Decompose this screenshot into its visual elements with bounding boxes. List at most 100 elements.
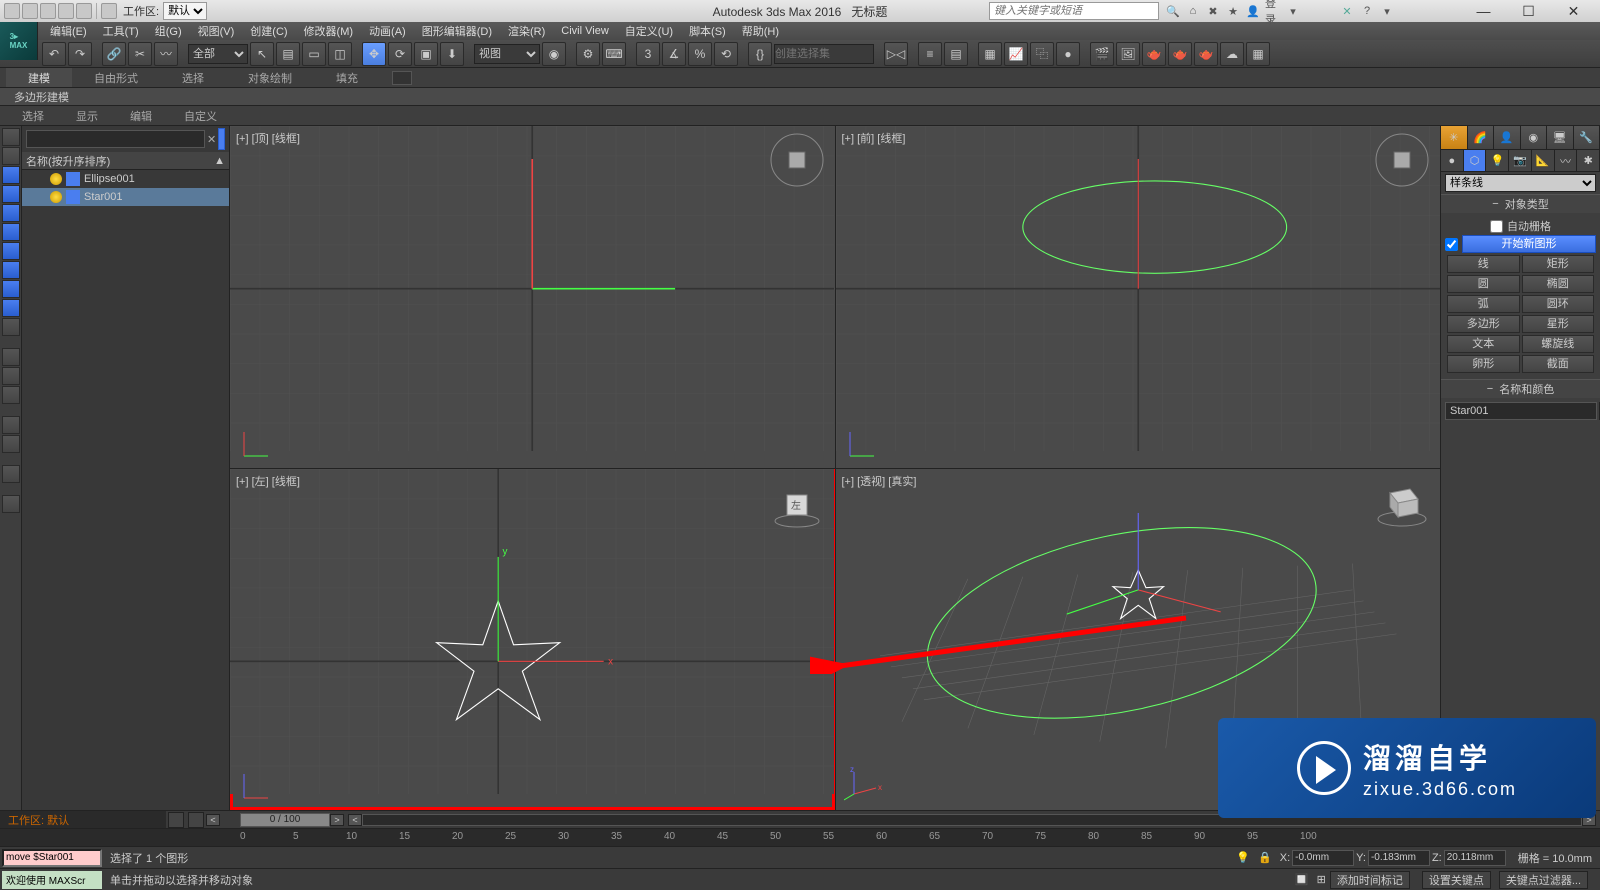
select-scale-button[interactable]: ▣ <box>414 42 438 66</box>
menu-rendering[interactable]: 渲染(R) <box>500 22 553 40</box>
viewport-label[interactable]: [+] [顶] [线框] <box>236 130 300 146</box>
selection-filter-dropdown[interactable]: 全部 <box>188 44 248 64</box>
viewcube[interactable] <box>767 130 827 190</box>
rectangle-button[interactable]: 矩形 <box>1522 255 1595 273</box>
menu-modifiers[interactable]: 修改器(M) <box>296 22 362 40</box>
z-coord-input[interactable] <box>1444 850 1506 866</box>
redo-button[interactable]: ↷ <box>68 42 92 66</box>
star-button[interactable]: 星形 <box>1522 315 1595 333</box>
se-tab-select[interactable]: 选择 <box>6 108 60 124</box>
menu-edit[interactable]: 编辑(E) <box>42 22 95 40</box>
undo-button[interactable]: ↶ <box>42 42 66 66</box>
timeline-ruler[interactable]: 0 5 10 15 20 25 30 35 40 45 50 55 60 65 … <box>0 828 1600 846</box>
menu-views[interactable]: 视图(V) <box>190 22 243 40</box>
scene-explorer-search-input[interactable] <box>26 130 205 148</box>
qat-new-icon[interactable] <box>4 3 20 19</box>
utilities-tab[interactable]: 🔧 <box>1574 126 1600 149</box>
render-iterative-button[interactable]: 🫖 <box>1168 42 1192 66</box>
menu-customize[interactable]: 自定义(U) <box>617 22 681 40</box>
ribbon-tab-objectpaint[interactable]: 对象绘制 <box>226 68 314 87</box>
close-button[interactable]: ✕ <box>1551 0 1596 22</box>
window-crossing-button[interactable]: ◫ <box>328 42 352 66</box>
menu-animation[interactable]: 动画(A) <box>361 22 414 40</box>
sync-selection-icon[interactable] <box>2 495 20 513</box>
menu-create[interactable]: 创建(C) <box>242 22 295 40</box>
qat-open-icon[interactable] <box>22 3 38 19</box>
viewcube[interactable] <box>1372 473 1432 533</box>
selection-lock-icon[interactable]: ⊞ <box>1313 873 1330 886</box>
viewport-left[interactable]: [+] [左] [线框] x y 左 <box>230 469 835 811</box>
viewport-front[interactable]: [+] [前] [线框] <box>836 126 1441 468</box>
favorite-icon[interactable]: ★ <box>1225 3 1241 19</box>
list-item[interactable]: Ellipse001 <box>22 170 229 188</box>
filter-bone-icon[interactable] <box>2 280 20 298</box>
maximize-button[interactable]: ☐ <box>1506 0 1551 22</box>
help-dropdown-icon[interactable]: ▾ <box>1379 3 1395 19</box>
time-scroll-left[interactable]: < <box>206 814 220 826</box>
render-production-button[interactable]: 🫖 <box>1142 42 1166 66</box>
community-icon[interactable]: ✕ <box>1339 3 1355 19</box>
rollout-header[interactable]: 对象类型 <box>1441 195 1600 213</box>
x-coord-input[interactable] <box>1292 850 1354 866</box>
key-filters-button[interactable]: 关键点过滤器... <box>1499 871 1588 889</box>
select-rotate-button[interactable]: ⟳ <box>388 42 412 66</box>
display-all-icon[interactable] <box>2 367 20 385</box>
snap-toggle-button[interactable]: 3 <box>636 42 660 66</box>
geometry-category[interactable]: ● <box>1441 150 1464 171</box>
rendered-frame-button[interactable]: 🖼 <box>1116 42 1140 66</box>
subcategory-dropdown[interactable]: 样条线 <box>1445 174 1596 192</box>
layer-toggle-1[interactable] <box>168 812 184 828</box>
shapes-category[interactable]: ⬡ <box>1464 150 1487 171</box>
ribbon-tab-populate[interactable]: 填充 <box>314 68 380 87</box>
signin-icon[interactable]: 👤 <box>1245 3 1261 19</box>
cameras-category[interactable]: 📷 <box>1509 150 1532 171</box>
helpers-category[interactable]: 📐 <box>1532 150 1555 171</box>
donut-button[interactable]: 圆环 <box>1522 295 1595 313</box>
arc-button[interactable]: 弧 <box>1447 295 1520 313</box>
start-new-shape-button[interactable]: 开始新图形 <box>1462 235 1596 253</box>
visibility-icon[interactable] <box>50 173 62 185</box>
bind-spacewarp-button[interactable]: 〰 <box>154 42 178 66</box>
ngon-button[interactable]: 多边形 <box>1447 315 1520 333</box>
select-by-name-button[interactable]: ▤ <box>276 42 300 66</box>
create-tab[interactable]: ✳ <box>1441 126 1468 149</box>
rectangular-selection-button[interactable]: ▭ <box>302 42 326 66</box>
spinner-snap-button[interactable]: ⟲ <box>714 42 738 66</box>
display-none-icon[interactable] <box>2 348 20 366</box>
clear-search-icon[interactable]: ✕ <box>207 131 216 147</box>
time-scroll-right[interactable]: > <box>330 814 344 826</box>
layers-toolbar-button[interactable]: ▤ <box>944 42 968 66</box>
ribbon-tab-modeling[interactable]: 建模 <box>6 68 72 87</box>
angle-snap-button[interactable]: ∡ <box>662 42 686 66</box>
search-icon[interactable]: 🔍 <box>1165 3 1181 19</box>
viewport-label[interactable]: [+] [前] [线框] <box>842 130 906 146</box>
ribbon-minimize-button[interactable] <box>392 71 412 85</box>
select-object-button[interactable]: ↖ <box>250 42 274 66</box>
render-setup-button[interactable]: 🎬 <box>1090 42 1114 66</box>
add-time-tag-button[interactable]: 添加时间标记 <box>1330 871 1410 889</box>
link-button[interactable]: 🔗 <box>102 42 126 66</box>
menu-civilview[interactable]: Civil View <box>553 22 616 40</box>
signin-dropdown-icon[interactable]: ▾ <box>1285 3 1301 19</box>
app-menu-button[interactable]: 3▸MAX <box>0 22 38 60</box>
egg-button[interactable]: 卵形 <box>1447 355 1520 373</box>
y-coord-input[interactable] <box>1368 850 1430 866</box>
lights-category[interactable]: 💡 <box>1486 150 1509 171</box>
systems-category[interactable]: ✱ <box>1577 150 1600 171</box>
circle-button[interactable]: 圆 <box>1447 275 1520 293</box>
minimize-button[interactable]: — <box>1461 0 1506 22</box>
curve-editor-button[interactable]: 📈 <box>1004 42 1028 66</box>
ribbon-tab-freeform[interactable]: 自由形式 <box>72 68 160 87</box>
filter-container-icon[interactable] <box>2 299 20 317</box>
key-lock-icon[interactable]: 🔒 <box>1254 851 1276 864</box>
select-manipulate-button[interactable]: ⚙ <box>576 42 600 66</box>
object-name-input[interactable] <box>1445 402 1597 420</box>
helix-button[interactable]: 螺旋线 <box>1522 335 1595 353</box>
render-online-button[interactable]: ▦ <box>1246 42 1270 66</box>
filter-geometry-icon[interactable] <box>2 128 20 146</box>
viewcube[interactable] <box>1372 130 1432 190</box>
startnewshape-checkbox[interactable] <box>1445 238 1458 251</box>
use-pivot-center-button[interactable]: ◉ <box>542 42 566 66</box>
list-item[interactable]: Star001 <box>22 188 229 206</box>
menu-maxscript[interactable]: 脚本(S) <box>681 22 734 40</box>
